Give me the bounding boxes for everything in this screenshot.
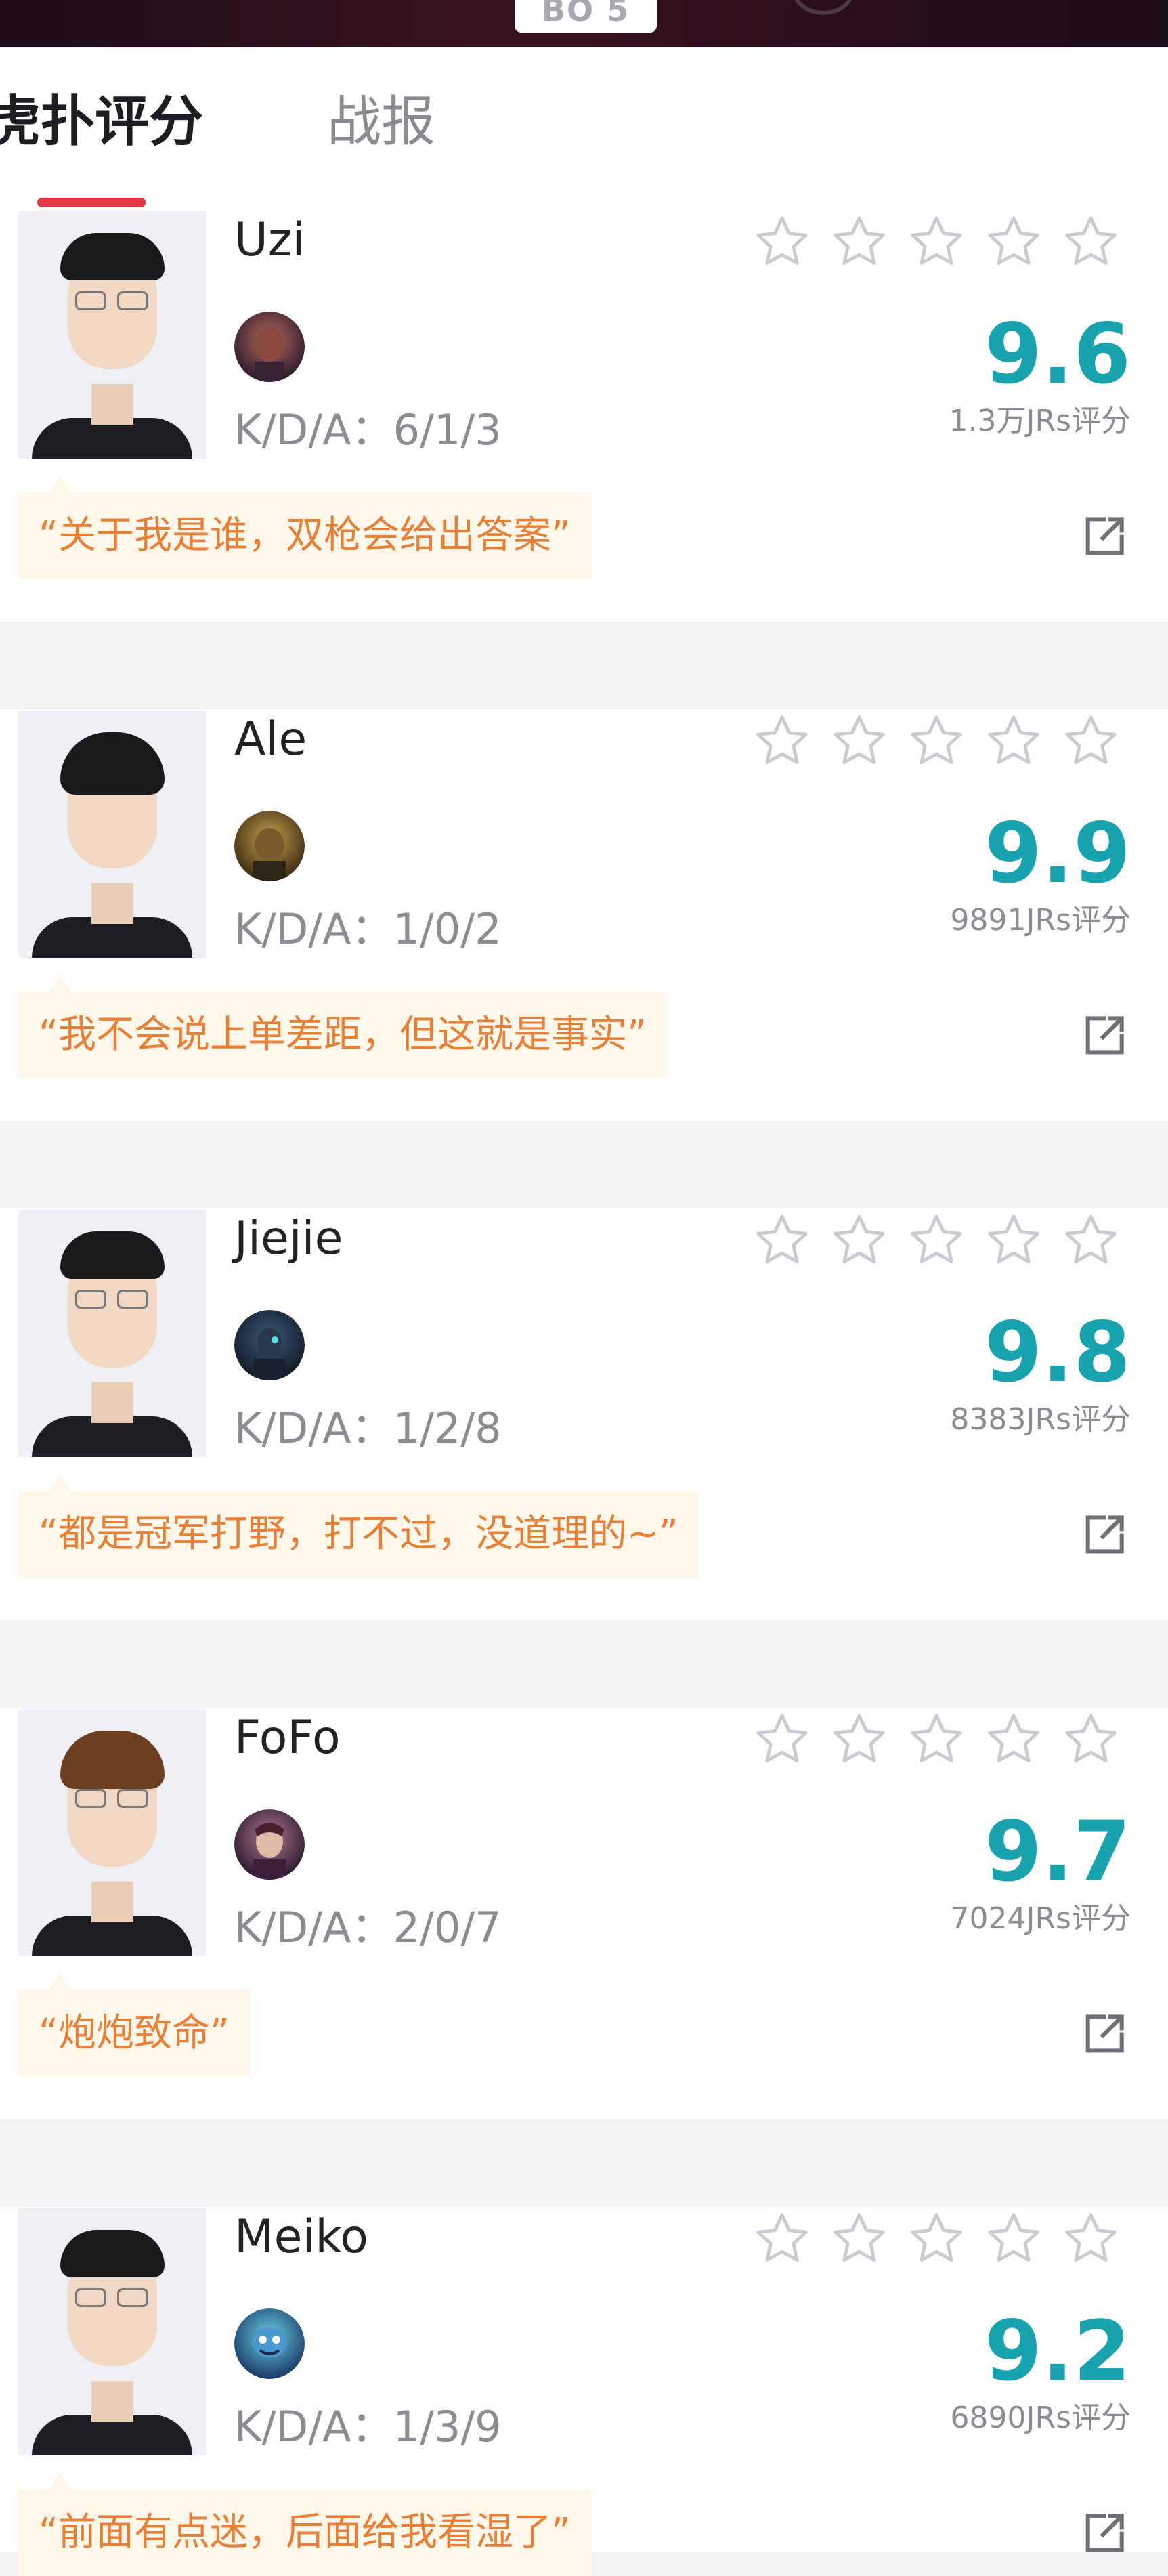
star-icon[interactable] <box>983 1709 1044 1770</box>
share-external-icon[interactable] <box>1077 2507 1131 2561</box>
player-rating-card[interactable]: FoFo K/D/A：2/0/7 9.7 7024JRs评分 “炮炮致命” <box>0 1708 1168 2119</box>
tab-match-report[interactable]: 战报 <box>327 88 435 156</box>
player-rating-card[interactable]: Jiejie K/D/A：1/2/8 9.8 8383JRs评分 “都是冠军打野… <box>0 1208 1168 1620</box>
kda-stat: K/D/A：1/2/8 <box>234 1403 502 1453</box>
series-format-badge: BO 5 <box>515 0 657 33</box>
share-external-icon[interactable] <box>1077 1508 1131 1563</box>
champion-icon <box>234 811 305 881</box>
star-icon[interactable] <box>829 2208 890 2269</box>
average-score: 9.7 <box>984 1804 1131 1900</box>
star-icon[interactable] <box>906 1210 967 1271</box>
player-rating-card[interactable]: Ale K/D/A：1/0/2 9.9 9891JRs评分 “我不会说上单差距，… <box>0 709 1168 1121</box>
player-photo <box>18 1709 206 1956</box>
rating-count: 1.3万JRs评分 <box>949 404 1131 438</box>
star-icon[interactable] <box>829 211 890 272</box>
player-rating-card[interactable]: Uzi K/D/A：6/1/3 9.6 1.3万JRs评分 “关于我是谁，双枪会… <box>0 210 1168 622</box>
comment-quote[interactable]: “炮炮致命” <box>18 1972 251 2077</box>
player-photo <box>18 211 206 459</box>
active-tab-indicator <box>37 198 146 207</box>
share-external-icon[interactable] <box>1077 2008 1131 2062</box>
champion-icon <box>234 312 305 382</box>
player-photo <box>18 2208 206 2455</box>
rating-count: 8383JRs评分 <box>950 1402 1131 1437</box>
share-external-icon[interactable] <box>1077 510 1131 564</box>
player-name: Uzi <box>234 213 305 267</box>
team-logo-icon <box>792 0 855 15</box>
average-score: 9.9 <box>984 805 1131 902</box>
star-icon[interactable] <box>752 2208 813 2269</box>
star-icon[interactable] <box>906 211 967 272</box>
comment-quote[interactable]: “我不会说上单差距，但这就是事实” <box>18 974 668 1078</box>
player-name: Meiko <box>234 2210 368 2264</box>
average-score: 9.2 <box>984 2303 1131 2399</box>
star-icon[interactable] <box>752 1210 813 1271</box>
player-photo <box>18 711 206 958</box>
comment-quote[interactable]: “都是冠军打野，打不过，没道理的~” <box>18 1473 699 1578</box>
champion-icon <box>234 1310 305 1380</box>
match-header-banner: BO 5 <box>0 0 1168 47</box>
kda-stat: K/D/A：1/3/9 <box>234 2402 502 2451</box>
star-icon[interactable] <box>906 1709 967 1770</box>
player-name: FoFo <box>234 1711 341 1765</box>
player-rating-card[interactable]: Meiko K/D/A：1/3/9 9.2 6890JRs评分 “前面有点迷，后… <box>0 2207 1168 2576</box>
star-icon[interactable] <box>1060 1210 1121 1271</box>
star-icon[interactable] <box>1060 2208 1121 2269</box>
star-icon[interactable] <box>829 1210 890 1271</box>
star-icon[interactable] <box>752 1709 813 1770</box>
average-score: 9.8 <box>984 1305 1131 1401</box>
tab-bar: 虎扑评分 战报 <box>0 47 1168 210</box>
tab-hupu-rating[interactable]: 虎扑评分 <box>0 88 203 156</box>
star-icon[interactable] <box>983 711 1044 772</box>
comment-quote[interactable]: “关于我是谁，双枪会给出答案” <box>18 475 592 579</box>
star-icon[interactable] <box>983 1210 1044 1271</box>
kda-stat: K/D/A：2/0/7 <box>234 1903 502 1952</box>
star-icon[interactable] <box>906 711 967 772</box>
player-name: Jiejie <box>234 1212 343 1265</box>
kda-stat: K/D/A：6/1/3 <box>234 405 502 455</box>
star-icon[interactable] <box>752 211 813 272</box>
star-icon[interactable] <box>906 2208 967 2269</box>
star-icon[interactable] <box>1060 711 1121 772</box>
star-icon[interactable] <box>983 211 1044 272</box>
star-icon[interactable] <box>1060 1709 1121 1770</box>
rating-count: 9891JRs评分 <box>950 903 1131 937</box>
player-photo <box>18 1210 206 1457</box>
champion-icon <box>234 1809 305 1880</box>
star-icon[interactable] <box>1060 211 1121 272</box>
average-score: 9.6 <box>984 306 1131 402</box>
star-icon[interactable] <box>829 711 890 772</box>
rating-count: 7024JRs评分 <box>950 1901 1131 1936</box>
share-external-icon[interactable] <box>1077 1009 1131 1063</box>
star-icon[interactable] <box>752 711 813 772</box>
star-icon[interactable] <box>983 2208 1044 2269</box>
star-icon[interactable] <box>829 1709 890 1770</box>
kda-stat: K/D/A：1/0/2 <box>234 904 502 954</box>
champion-icon <box>234 2308 305 2379</box>
player-name: Ale <box>234 713 307 766</box>
rating-count: 6890JRs评分 <box>950 2401 1131 2435</box>
comment-quote[interactable]: “前面有点迷，后面给我看湿了” <box>18 2472 592 2576</box>
